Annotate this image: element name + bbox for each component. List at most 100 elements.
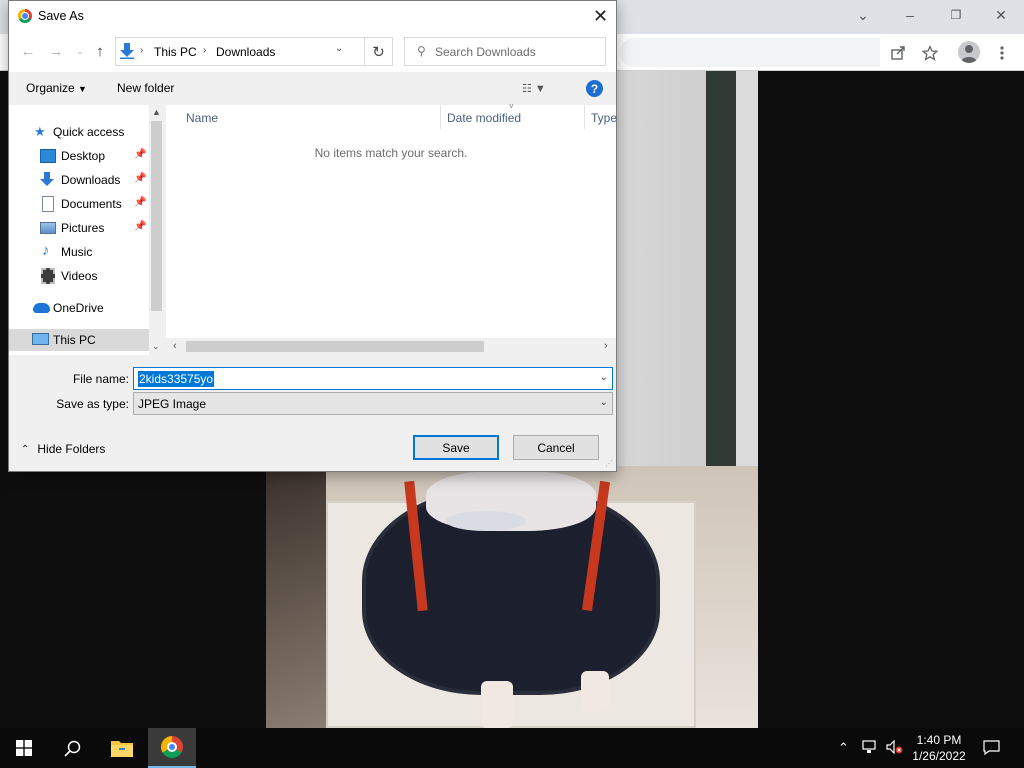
file-explorer-button[interactable] bbox=[98, 728, 146, 768]
breadcrumb[interactable]: › This PC › Downloads ⌄ bbox=[115, 37, 365, 66]
chevron-down-icon: ⌄ bbox=[599, 397, 608, 408]
windows-logo-icon bbox=[16, 740, 32, 756]
column-divider[interactable] bbox=[440, 105, 441, 129]
empty-message: No items match your search. bbox=[314, 146, 468, 160]
recent-locations-icon[interactable]: ⌄ bbox=[71, 42, 89, 60]
scrollbar-thumb[interactable] bbox=[151, 121, 162, 311]
pin-icon: 📌 bbox=[134, 221, 147, 232]
chevron-right-icon: › bbox=[140, 45, 144, 56]
start-button[interactable] bbox=[0, 728, 48, 768]
close-window-button[interactable]: ✕ bbox=[978, 0, 1024, 30]
organize-label: Organize bbox=[26, 81, 75, 95]
cloud-icon bbox=[33, 303, 50, 313]
file-list: Name Date modified ˅ Type No items match… bbox=[166, 102, 617, 355]
pin-icon: 📌 bbox=[134, 149, 147, 160]
up-arrow-icon[interactable]: ↑ bbox=[91, 42, 109, 60]
breadcrumb-this-pc[interactable]: This PC bbox=[154, 45, 197, 59]
search-box[interactable]: ⚲ bbox=[404, 37, 606, 66]
navigation-scrollbar[interactable]: ▲ ⌄ bbox=[149, 105, 164, 355]
sidebar-item-label: Quick access bbox=[53, 125, 125, 139]
scroll-up-icon[interactable]: ▲ bbox=[152, 107, 161, 117]
sidebar-item-downloads[interactable]: Downloads 📌 bbox=[9, 169, 149, 191]
sort-chevron-icon: ˅ bbox=[509, 102, 514, 111]
share-icon[interactable] bbox=[885, 40, 911, 66]
address-bar[interactable] bbox=[620, 38, 880, 67]
system-clock[interactable]: 1:40 PM 1/26/2022 bbox=[905, 732, 973, 764]
dialog-titlebar: Save As ✕ bbox=[9, 1, 616, 32]
network-icon[interactable] bbox=[862, 740, 878, 757]
restore-button[interactable]: ❐ bbox=[933, 0, 979, 30]
sidebar-item-music[interactable]: ♪ Music bbox=[9, 241, 149, 263]
file-name-value[interactable]: 2kids33575yo bbox=[138, 371, 215, 387]
refresh-icon[interactable]: ↻ bbox=[364, 37, 393, 66]
close-dialog-button[interactable]: ✕ bbox=[585, 1, 616, 32]
sidebar-item-label: Videos bbox=[61, 269, 98, 283]
sidebar-item-videos[interactable]: Videos bbox=[9, 265, 149, 287]
chevron-down-icon[interactable]: ⌄ bbox=[335, 43, 343, 54]
save-as-dialog: Save As ✕ ← → ⌄ ↑ › This PC › Downloads … bbox=[8, 0, 617, 472]
dialog-title: Save As bbox=[38, 9, 84, 23]
clock-time: 1:40 PM bbox=[916, 733, 962, 747]
scroll-down-icon[interactable]: ⌄ bbox=[152, 341, 160, 352]
sidebar-item-desktop[interactable]: Desktop 📌 bbox=[9, 145, 149, 167]
sidebar-item-label: Documents bbox=[61, 197, 122, 211]
dialog-navigation-bar: ← → ⌄ ↑ › This PC › Downloads ⌄ ↻ ⚲ bbox=[9, 32, 616, 72]
scrollbar-thumb[interactable] bbox=[186, 341, 484, 352]
sidebar-item-this-pc[interactable]: This PC bbox=[9, 329, 149, 351]
search-icon: ⚲ bbox=[417, 44, 426, 58]
organize-button[interactable]: Organize ▼ bbox=[26, 81, 87, 95]
volume-muted-icon[interactable] bbox=[886, 739, 904, 757]
save-type-value: JPEG Image bbox=[138, 397, 207, 411]
chevron-down-icon[interactable]: ⌄ bbox=[600, 372, 608, 383]
sidebar-item-quick-access[interactable]: ★ Quick access bbox=[9, 121, 149, 143]
column-divider[interactable] bbox=[584, 105, 585, 129]
chrome-icon bbox=[161, 736, 183, 758]
view-options-icon[interactable]: ☷ ▼ bbox=[522, 82, 546, 95]
new-folder-button[interactable]: New folder bbox=[117, 81, 174, 95]
column-header-name[interactable]: Name bbox=[186, 111, 218, 131]
sidebar-item-label: Pictures bbox=[61, 221, 105, 235]
scroll-right-icon[interactable]: › bbox=[604, 340, 608, 352]
taskbar: ⌃ 1:40 PM 1/26/2022 bbox=[0, 728, 1024, 768]
download-icon bbox=[120, 43, 136, 61]
download-icon bbox=[40, 172, 56, 186]
help-icon[interactable]: ? bbox=[586, 80, 603, 97]
computer-icon bbox=[32, 333, 49, 345]
column-header-date-modified[interactable]: Date modified bbox=[447, 111, 521, 131]
forward-arrow-icon[interactable]: → bbox=[47, 42, 65, 60]
file-name-field[interactable]: 2kids33575yo ⌄ bbox=[133, 367, 613, 390]
chrome-taskbar-button[interactable] bbox=[148, 728, 196, 768]
sidebar-item-label: OneDrive bbox=[53, 301, 104, 315]
sidebar-item-label: Music bbox=[61, 245, 93, 259]
save-button[interactable]: Save bbox=[413, 435, 499, 460]
scroll-left-icon[interactable]: ‹ bbox=[173, 340, 177, 352]
tab-search-icon[interactable]: ⌄ bbox=[840, 0, 886, 30]
breadcrumb-downloads[interactable]: Downloads bbox=[216, 45, 275, 59]
sidebar-item-documents[interactable]: Documents 📌 bbox=[9, 193, 149, 215]
profile-icon[interactable] bbox=[958, 41, 980, 63]
documents-icon bbox=[42, 196, 54, 212]
chrome-logo-icon bbox=[18, 9, 32, 23]
pin-icon: 📌 bbox=[134, 173, 147, 184]
search-taskbar-button[interactable] bbox=[48, 728, 96, 768]
resize-grip-icon[interactable]: ⋰ bbox=[605, 459, 613, 468]
menu-icon[interactable] bbox=[989, 40, 1015, 66]
hide-folders-button[interactable]: ⌃ Hide Folders bbox=[21, 442, 105, 456]
minimize-button[interactable]: – bbox=[887, 0, 933, 30]
column-header-type[interactable]: Type bbox=[591, 111, 617, 131]
star-icon: ★ bbox=[34, 124, 46, 139]
search-input[interactable] bbox=[435, 43, 600, 61]
notifications-icon[interactable] bbox=[983, 740, 1000, 758]
navigation-pane: ★ Quick access Desktop 📌 Downloads 📌 Doc… bbox=[9, 105, 164, 355]
horizontal-scrollbar[interactable]: ‹ › bbox=[166, 338, 616, 355]
chevron-up-icon: ⌃ bbox=[21, 443, 30, 455]
save-type-select[interactable]: JPEG Image ⌄ bbox=[133, 392, 613, 415]
sidebar-item-onedrive[interactable]: OneDrive bbox=[9, 297, 149, 319]
cancel-button[interactable]: Cancel bbox=[513, 435, 599, 460]
pin-icon: 📌 bbox=[134, 197, 147, 208]
star-icon[interactable] bbox=[917, 40, 943, 66]
sidebar-item-label: Downloads bbox=[61, 173, 121, 187]
sidebar-item-pictures[interactable]: Pictures 📌 bbox=[9, 217, 149, 239]
back-arrow-icon[interactable]: ← bbox=[19, 42, 37, 60]
show-hidden-icons-icon[interactable]: ⌃ bbox=[838, 740, 849, 756]
